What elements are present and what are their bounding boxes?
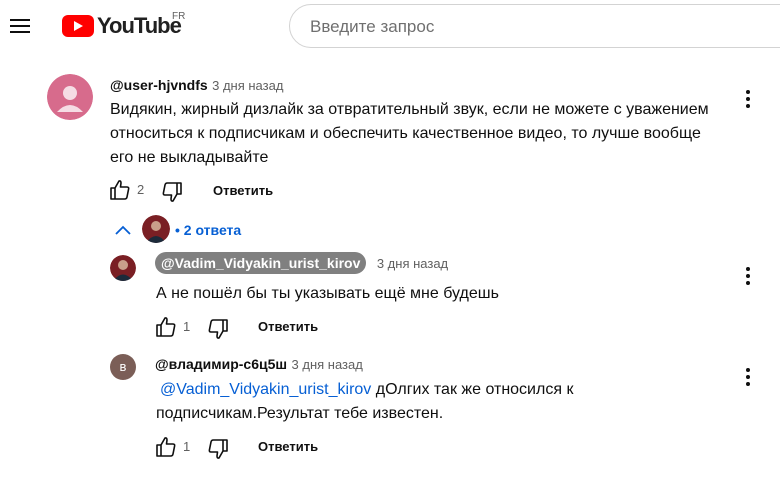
default-avatar-icon [47, 74, 93, 120]
like-button[interactable] [154, 435, 178, 464]
avatar[interactable] [110, 255, 136, 281]
dislike-button[interactable] [206, 317, 230, 346]
reply-time[interactable]: 3 дня назад [292, 357, 363, 372]
avatar[interactable] [47, 74, 93, 120]
replier-avatar [142, 215, 170, 243]
search-box [289, 4, 780, 49]
replies-toggle[interactable]: • 2 ответа [175, 222, 241, 238]
like-button[interactable] [108, 178, 132, 207]
comment-author[interactable]: @user-hjvndfs [110, 77, 208, 93]
logo-text: YouTube [97, 13, 182, 38]
menu-icon[interactable] [8, 12, 36, 40]
replies-count: 2 ответа [183, 222, 242, 238]
reply-button[interactable]: Ответить [258, 319, 318, 334]
reply-text: А не пошёл бы ты указывать ещё мне будеш… [156, 285, 499, 302]
mention-link[interactable]: @Vadim_Vidyakin_urist_kirov [160, 381, 371, 398]
youtube-play-icon [62, 15, 94, 37]
dislike-button[interactable] [160, 180, 184, 209]
reply-header: @владимир-с6ц5ш 3 дня назад [155, 356, 363, 374]
dislike-button[interactable] [206, 437, 230, 466]
thumbs-down-icon [208, 319, 228, 339]
thumbs-up-icon [156, 317, 176, 337]
comment-text: Видякин, жирный дизлайк за отвратительны… [110, 101, 709, 166]
reply-button[interactable]: Ответить [213, 183, 273, 198]
reply-header: @Vadim_Vidyakin_urist_kirov 3 дня назад [155, 252, 448, 274]
country-code: FR [172, 11, 186, 22]
reply-button[interactable]: Ответить [258, 439, 318, 454]
reply-author[interactable]: @владимир-с6ц5ш [155, 356, 287, 372]
more-options-icon[interactable] [740, 265, 756, 287]
youtube-logo[interactable]: YouTube [62, 13, 182, 39]
more-options-icon[interactable] [740, 366, 756, 388]
like-count: 1 [183, 439, 191, 454]
like-button[interactable] [154, 315, 178, 344]
avatar-letter: в [119, 359, 127, 374]
like-count: 2 [137, 182, 145, 197]
avatar[interactable]: в [110, 354, 136, 380]
comment-time[interactable]: 3 дня назад [212, 78, 283, 93]
comment-header: @user-hjvndfs 3 дня назад [110, 77, 283, 95]
bullet: • [175, 222, 180, 238]
like-count: 1 [183, 319, 191, 334]
more-options-icon[interactable] [740, 88, 756, 110]
reply-time[interactable]: 3 дня назад [377, 256, 448, 271]
vadim-avatar-icon [110, 255, 136, 281]
vadim-avatar-icon [142, 215, 170, 243]
thumbs-down-icon [208, 439, 228, 459]
thumbs-down-icon [162, 182, 182, 202]
search-input[interactable] [308, 5, 752, 49]
reply-author[interactable]: @Vadim_Vidyakin_urist_kirov [155, 252, 367, 274]
chevron-up-icon[interactable] [114, 222, 132, 243]
reply-text: @Vadim_Vidyakin_urist_kirov дОлгих так ж… [156, 378, 596, 426]
thumbs-up-icon [110, 180, 130, 200]
thumbs-up-icon [156, 437, 176, 457]
